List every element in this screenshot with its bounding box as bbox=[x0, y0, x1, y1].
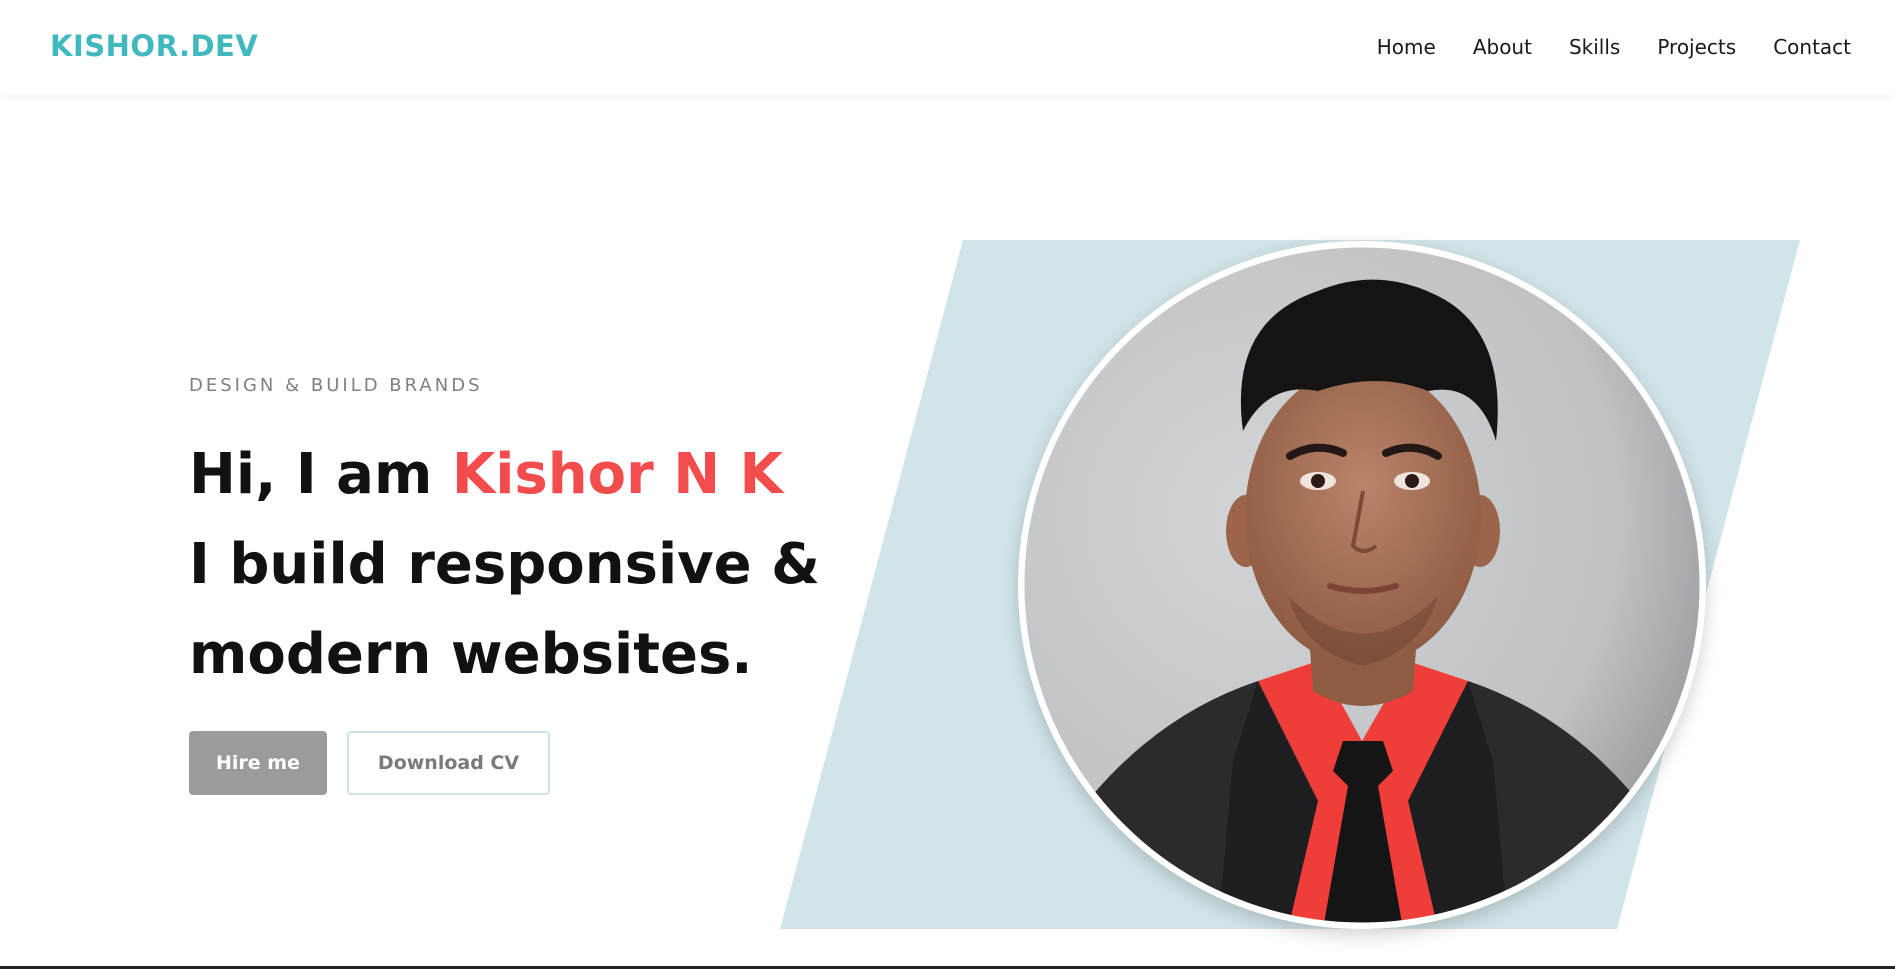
headline-greeting: Hi, I am bbox=[189, 442, 452, 507]
nav-skills[interactable]: Skills bbox=[1569, 35, 1620, 59]
headline-name: Kishor N K bbox=[451, 442, 783, 507]
headline-line2: I build responsive & bbox=[189, 532, 820, 597]
hero-subtitle: DESIGN & BUILD BRANDS bbox=[189, 375, 483, 396]
nav-contact[interactable]: Contact bbox=[1773, 35, 1851, 59]
nav-home[interactable]: Home bbox=[1377, 35, 1436, 59]
headline-line3: modern websites. bbox=[189, 622, 753, 687]
nav-links: Home About Skills Projects Contact bbox=[1377, 35, 1851, 59]
nav-projects[interactable]: Projects bbox=[1657, 35, 1736, 59]
nav-about[interactable]: About bbox=[1473, 35, 1532, 59]
download-cv-button[interactable]: Download CV bbox=[347, 731, 550, 795]
hero-buttons: Hire me Download CV bbox=[189, 731, 550, 795]
navbar: KISHOR.DEV Home About Skills Projects Co… bbox=[0, 0, 1895, 95]
profile-photo bbox=[1018, 241, 1706, 929]
brand-logo[interactable]: KISHOR.DEV bbox=[50, 29, 258, 63]
hire-me-button[interactable]: Hire me bbox=[189, 731, 327, 795]
hero-section: DESIGN & BUILD BRANDS Hi, I am Kishor N … bbox=[0, 95, 1895, 969]
